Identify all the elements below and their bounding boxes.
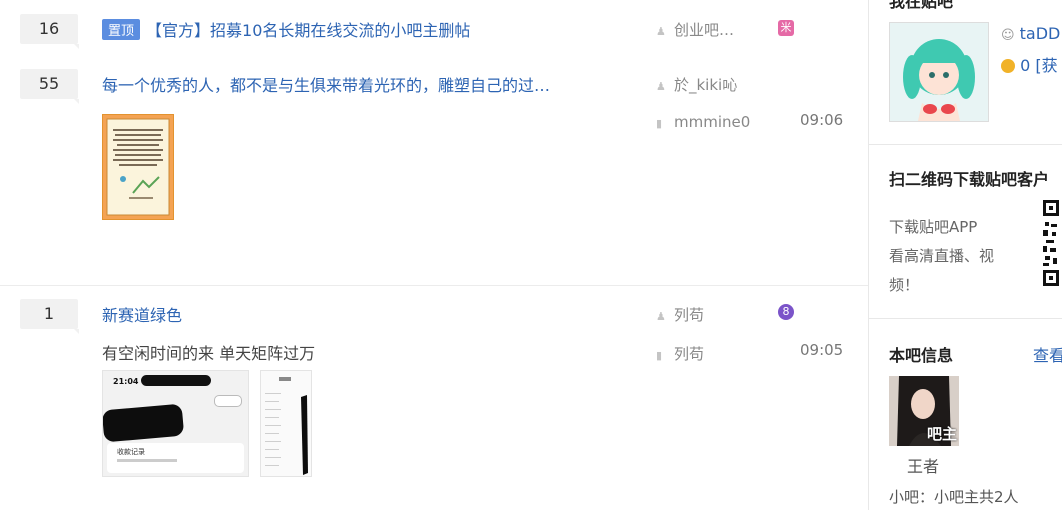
coin-count: 0 xyxy=(1020,56,1031,75)
user-icon: ♟ xyxy=(656,25,666,38)
author-name[interactable]: 列苟 xyxy=(674,306,704,324)
author-name[interactable]: 於_kiki吣 xyxy=(674,76,737,94)
qr-desc-line: 下载贴吧APP xyxy=(889,218,978,236)
last-reply-time: 09:05 xyxy=(800,341,844,359)
thread-author[interactable]: ♟ 於_kiki吣 xyxy=(656,74,737,95)
phone-screenshot-image xyxy=(265,377,308,475)
record-card: 收款记录 xyxy=(107,443,244,473)
level-badge-icon: 米 xyxy=(778,20,794,36)
thread-thumbnail[interactable] xyxy=(102,114,174,220)
right-sidebar: 我在贴吧 ☺ taDD 0 [获 扫二维码下载贴吧客户 下载贴吧APP 看高清直… xyxy=(868,0,1062,510)
get-coins-link[interactable]: [获 xyxy=(1035,56,1057,75)
last-reply-time: 09:06 xyxy=(800,111,844,129)
phone-status-time: 21:04 xyxy=(113,377,139,386)
user-avatar[interactable] xyxy=(889,22,989,122)
redacted-block xyxy=(103,403,185,443)
sidebar-divider xyxy=(869,318,1062,319)
user-icon: ♟ xyxy=(656,80,666,93)
thread-thumbnail[interactable] xyxy=(260,370,312,477)
dynamic-island xyxy=(141,375,211,386)
thread-title[interactable]: 置顶 【官方】招募10名长期在线交流的小吧主删帖 xyxy=(102,17,470,41)
thread-title[interactable]: 每一个优秀的人，都不是与生俱来带着光环的，雕塑自己的过… xyxy=(102,72,550,96)
phone-control-icons xyxy=(214,395,242,407)
avatar-image xyxy=(903,39,975,121)
reply-count: 55 xyxy=(20,69,79,104)
reply-count: 1 xyxy=(20,299,79,334)
coin-icon xyxy=(1001,59,1015,73)
qr-section-title: 扫二维码下载贴吧客户 xyxy=(889,170,1050,189)
qr-desc: 下载贴吧APP 看高清直播、视 频！ xyxy=(889,213,994,300)
sidebar-divider xyxy=(869,144,1062,145)
comment-icon: ▮ xyxy=(656,117,663,130)
sub-managers-info: 小吧：小吧主共2人 xyxy=(889,488,1019,506)
reply-count: 16 xyxy=(20,14,79,49)
thread-thumbnail[interactable]: 21:04 收款记录 xyxy=(102,370,249,477)
thread-author[interactable]: ♟ 创业吧… xyxy=(656,19,734,40)
manager-avatar[interactable]: 吧主 xyxy=(889,376,959,446)
last-reply-user[interactable]: ▮ mmmine0 xyxy=(656,113,750,131)
forum-info-title: 本吧信息 xyxy=(889,346,954,365)
user-info: ☺ taDD xyxy=(1001,24,1060,43)
qr-desc-line: 频！ xyxy=(889,276,920,294)
thread-author[interactable]: ♟ 列苟 xyxy=(656,304,704,325)
view-link[interactable]: 查看 xyxy=(1033,342,1062,366)
top-badge: 置顶 xyxy=(102,19,141,40)
thread-title-text[interactable]: 【官方】招募10名长期在线交流的小吧主删帖 xyxy=(146,21,470,40)
user-icon: ♟ xyxy=(656,310,666,323)
comment-icon: ▮ xyxy=(656,349,663,362)
thread-list: 16 置顶 【官方】招募10名长期在线交流的小吧主删帖 ♟ 创业吧… 米 55 每一… xyxy=(0,0,868,510)
last-reply-user[interactable]: ▮ 列苟 xyxy=(656,343,704,364)
user-icon: ☺ xyxy=(1001,28,1015,43)
last-reply-user-name[interactable]: 列苟 xyxy=(674,345,704,363)
last-reply-user-name[interactable]: mmmine0 xyxy=(674,113,750,131)
level-badge-icon: 8 xyxy=(778,304,794,320)
my-forum-title: 我在贴吧 xyxy=(889,0,954,11)
username-link[interactable]: taDD xyxy=(1020,24,1061,43)
record-card-label: 收款记录 xyxy=(117,448,145,456)
qr-desc-line: 看高清直播、视 xyxy=(889,247,995,265)
qr-code-icon xyxy=(1043,200,1062,290)
author-name[interactable]: 创业吧… xyxy=(674,21,734,39)
manager-badge: 吧主 xyxy=(926,425,957,443)
manager-name[interactable]: 王者 xyxy=(907,453,939,477)
thread-title[interactable]: 新赛道绿色 xyxy=(102,302,182,326)
thread-divider xyxy=(0,285,868,286)
coin-info: 0 [获 xyxy=(1001,52,1058,76)
thread-abstract: 有空闲时间的来 单天矩阵过万 xyxy=(102,344,316,363)
certificate-image xyxy=(106,118,170,216)
